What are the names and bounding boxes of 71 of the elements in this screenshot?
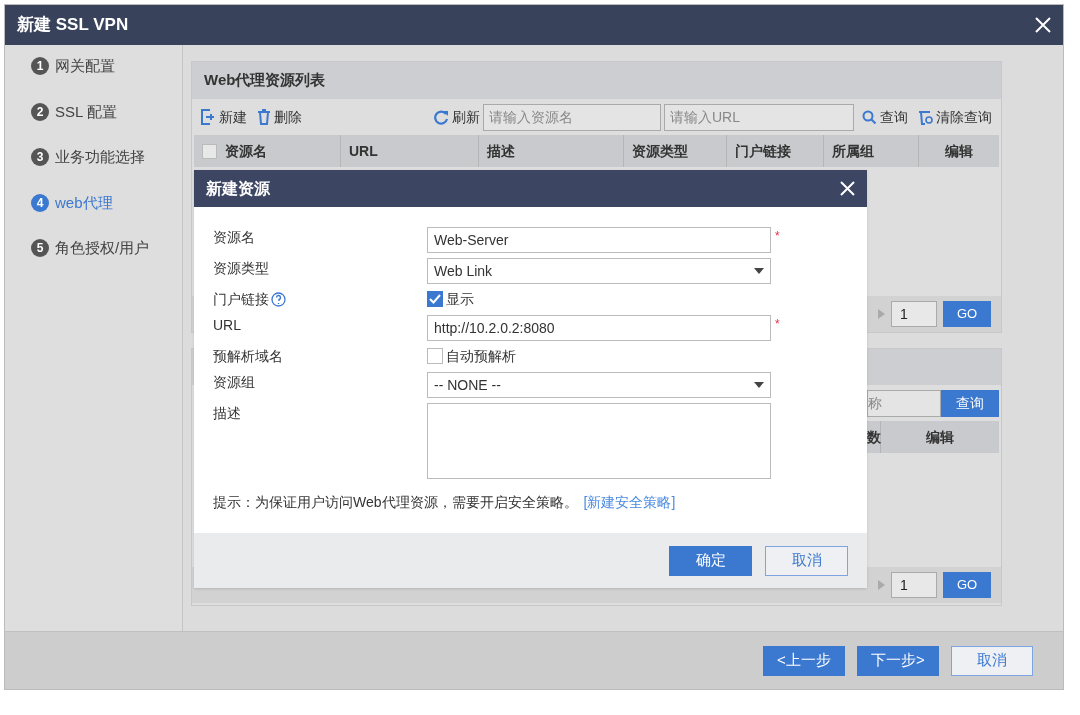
dropdown-field[interactable]: Web Link (427, 258, 771, 284)
dialog-title: 新建资源 (206, 178, 270, 199)
resource-name-search-field[interactable]: 请输入资源名 (483, 103, 661, 131)
column-header: 门户链接 (735, 141, 791, 161)
footer-button[interactable]: 取消 (951, 645, 1033, 676)
clear-query-button[interactable]: 清除查询 (918, 106, 992, 128)
text-field[interactable]: http://10.2.0.2:8080 (427, 315, 771, 341)
required-mark: * (775, 228, 780, 245)
field-label: 资源类型 (213, 259, 269, 278)
page-input[interactable]: 1 (891, 572, 937, 598)
go-button[interactable]: GO (943, 572, 991, 598)
column-header: 数 (867, 427, 881, 447)
next-page-icon[interactable] (878, 309, 885, 319)
description-field[interactable] (427, 403, 771, 479)
column-header: 资源类型 (632, 141, 688, 161)
required-mark: * (775, 316, 780, 333)
column-header: 所属组 (832, 141, 874, 161)
field-label: 预解析域名 (213, 347, 283, 366)
field-label: 描述 (213, 404, 241, 423)
new-security-policy-link[interactable]: [新建安全策略] (583, 492, 676, 513)
footer-button[interactable]: <上一步 (763, 645, 845, 676)
new-button[interactable]: 新建 (201, 106, 247, 128)
dropdown-arrow-icon (754, 268, 764, 274)
checkbox[interactable] (427, 348, 443, 364)
dialog-button[interactable]: 确定 (669, 545, 752, 576)
column-header: 编辑 (926, 427, 954, 447)
trash-icon (257, 109, 271, 125)
url-search-field[interactable]: 请输入URL (664, 103, 854, 131)
window-title: 新建 SSL VPN (17, 14, 129, 37)
checkbox-option[interactable]: 显示 (427, 289, 474, 309)
dialog-button[interactable]: 取消 (765, 545, 848, 576)
query-button[interactable]: 查询 (941, 389, 999, 417)
footer-button[interactable]: 下一步> (857, 645, 939, 676)
page-input[interactable]: 1 (891, 301, 937, 327)
text-field[interactable]: Web-Server (427, 227, 771, 253)
field-label: 资源组 (213, 373, 255, 392)
help-icon[interactable] (271, 292, 286, 307)
column-header: URL (349, 141, 378, 161)
go-button[interactable]: GO (943, 301, 991, 327)
new-icon (201, 109, 216, 125)
field-label: 资源名 (213, 228, 255, 247)
step-number: 5 (31, 239, 49, 258)
column-header: 编辑 (945, 141, 973, 161)
step-label[interactable]: 网关配置 (55, 55, 115, 78)
select-all-checkbox[interactable] (202, 143, 217, 159)
delete-button[interactable]: 删除 (257, 106, 302, 128)
hint-text: 提示：为保证用户访问Web代理资源，需要开启安全策略。 (213, 493, 578, 512)
refresh-button[interactable]: 刷新 (434, 106, 480, 128)
dropdown-field[interactable]: -- NONE -- (427, 372, 771, 398)
panel-title: Web代理资源列表 (204, 70, 326, 91)
next-page-icon[interactable] (878, 580, 885, 590)
close-icon[interactable] (1035, 17, 1051, 33)
field-label: 门户链接 (213, 290, 269, 309)
checkbox-option[interactable]: 自动预解析 (427, 346, 516, 366)
search-icon (862, 109, 877, 125)
step-label[interactable]: 业务功能选择 (55, 146, 145, 169)
step-label[interactable]: SSL 配置 (55, 100, 117, 123)
query-button[interactable]: 查询 (862, 106, 908, 128)
field-label: URL (213, 316, 241, 335)
clear-search-icon (918, 109, 934, 125)
step-label[interactable]: 角色授权/用户 (55, 237, 150, 260)
step-number: 1 (31, 57, 49, 76)
column-header: 资源名 (225, 141, 267, 161)
checkbox[interactable] (427, 291, 443, 307)
step-number: 2 (31, 102, 49, 121)
refresh-icon (434, 109, 449, 125)
step-number: 4 (31, 193, 49, 212)
dropdown-arrow-icon (754, 382, 764, 388)
close-icon[interactable] (840, 181, 855, 196)
column-header: 描述 (487, 141, 515, 161)
step-number: 3 (31, 148, 49, 167)
